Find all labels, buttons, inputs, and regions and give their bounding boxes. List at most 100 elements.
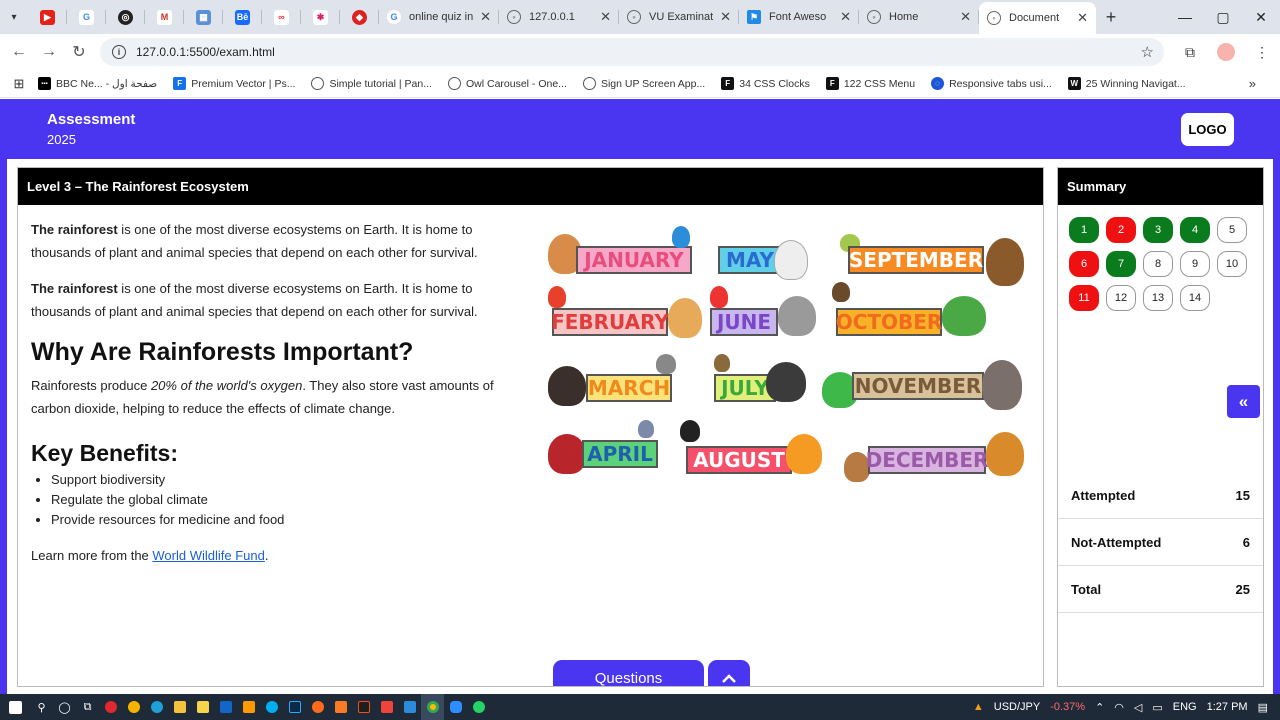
- close-icon[interactable]: ✕: [480, 9, 491, 25]
- profile-avatar[interactable]: [1217, 43, 1235, 61]
- question-number-button[interactable]: 4: [1180, 217, 1210, 243]
- forward-icon[interactable]: →: [34, 43, 64, 61]
- ticker-symbol[interactable]: USD/JPY: [994, 701, 1040, 713]
- opera-icon[interactable]: [99, 694, 122, 720]
- question-number-button[interactable]: 2: [1106, 217, 1136, 243]
- browser-tab-bar: ▾ ▶ G ◎ M ▦ Bē ∞ ✱ ◆ G online quiz in ✕ …: [0, 0, 1280, 34]
- task-view-icon[interactable]: ⧉: [76, 694, 99, 720]
- site-info-icon[interactable]: i: [112, 45, 126, 59]
- question-number-button[interactable]: 3: [1143, 217, 1173, 243]
- chrome-icon[interactable]: [421, 694, 444, 720]
- tab-localhost[interactable]: ◦ 127.0.0.1 ✕: [499, 0, 619, 34]
- cortana-icon[interactable]: ◯: [53, 694, 76, 720]
- pinned-tab-google[interactable]: G: [67, 0, 106, 34]
- notification-icon[interactable]: ▤: [1258, 701, 1268, 714]
- close-icon[interactable]: ✕: [960, 9, 971, 25]
- language-indicator[interactable]: ENG: [1173, 701, 1197, 713]
- reload-icon[interactable]: ↻: [64, 42, 94, 62]
- skype-icon[interactable]: [260, 694, 283, 720]
- address-bar-row: ← → ↻ i 127.0.0.1:5500/exam.html ☆ ⧉ ⋮: [0, 34, 1280, 70]
- colorful-app-icon[interactable]: [122, 694, 145, 720]
- outlook-icon[interactable]: [214, 694, 237, 720]
- xampp-icon[interactable]: [329, 694, 352, 720]
- close-icon[interactable]: ✕: [720, 9, 731, 25]
- anydesk-icon[interactable]: [375, 694, 398, 720]
- window-close-icon[interactable]: ✕: [1242, 0, 1280, 34]
- bookmark-item[interactable]: ▪▪▪ BBC Ne... - صفحة اول: [38, 77, 157, 90]
- vscode-icon[interactable]: [398, 694, 421, 720]
- network-icon[interactable]: ◠: [1114, 701, 1124, 714]
- bookmark-star-icon[interactable]: ☆: [1141, 43, 1154, 61]
- illustrator-icon[interactable]: [237, 694, 260, 720]
- question-number-button[interactable]: 11: [1069, 285, 1099, 311]
- question-number-button[interactable]: 9: [1180, 251, 1210, 277]
- store-icon[interactable]: [191, 694, 214, 720]
- close-icon[interactable]: ✕: [840, 9, 851, 25]
- firefox-icon[interactable]: [306, 694, 329, 720]
- double-chevron-left-icon[interactable]: «: [1227, 385, 1260, 418]
- pinned-tab-youtube[interactable]: ▶: [28, 0, 67, 34]
- tab-document[interactable]: ◦ Document ✕: [979, 2, 1096, 34]
- pinned-tab-gmail[interactable]: M: [145, 0, 184, 34]
- stat-label: Total: [1071, 581, 1102, 597]
- question-number-button[interactable]: 13: [1143, 285, 1173, 311]
- bookmark-item[interactable]: F 34 CSS Clocks: [721, 77, 810, 90]
- minimize-icon[interactable]: —: [1166, 0, 1204, 34]
- tab-search-chevron-icon[interactable]: ▾: [0, 0, 28, 34]
- bookmark-item[interactable]: Simple tutorial | Pan...: [311, 77, 432, 90]
- apps-grid-icon[interactable]: ⊞: [0, 76, 38, 92]
- google-icon: G: [79, 9, 94, 25]
- tray-chevron-icon[interactable]: ⌃: [1095, 701, 1104, 714]
- url-field[interactable]: i 127.0.0.1:5500/exam.html ☆: [100, 38, 1164, 66]
- more-bookmarks-icon[interactable]: »: [1249, 76, 1256, 91]
- bookmark-item[interactable]: Sign UP Screen App...: [582, 77, 705, 90]
- pinned-tab-behance[interactable]: Bē: [223, 0, 262, 34]
- zoom-icon[interactable]: [444, 694, 467, 720]
- question-number-button[interactable]: 6: [1069, 251, 1099, 277]
- maximize-icon[interactable]: ▢: [1204, 0, 1242, 34]
- pinned-tab-grid[interactable]: ▦: [184, 0, 223, 34]
- pinned-tab-infinity[interactable]: ∞: [262, 0, 301, 34]
- edge-icon[interactable]: [145, 694, 168, 720]
- tab-vu-examination[interactable]: ◦ VU Examinati ✕: [619, 0, 739, 34]
- question-number-button[interactable]: 5: [1217, 217, 1247, 243]
- speaker-icon[interactable]: ◁: [1134, 701, 1142, 714]
- question-number-button[interactable]: 8: [1143, 251, 1173, 277]
- windows-start-icon[interactable]: [0, 694, 30, 720]
- question-number-button[interactable]: 10: [1217, 251, 1247, 277]
- bookmark-item[interactable]: F 122 CSS Menu: [825, 77, 915, 90]
- bookmark-item[interactable]: F Premium Vector | Ps...: [173, 77, 295, 90]
- question-number-button[interactable]: 1: [1069, 217, 1099, 243]
- wwf-link[interactable]: World Wildlife Fund: [152, 548, 264, 563]
- tab-home[interactable]: ◦ Home ✕: [859, 0, 979, 34]
- whatsapp-icon[interactable]: [467, 694, 490, 720]
- battery-icon[interactable]: ▭: [1152, 701, 1162, 714]
- question-number-button[interactable]: 7: [1106, 251, 1136, 277]
- pinned-tab-red[interactable]: ◆: [340, 0, 379, 34]
- clock[interactable]: 1:27 PM: [1207, 701, 1248, 713]
- chevron-up-icon[interactable]: [708, 660, 750, 686]
- new-tab-button[interactable]: +: [1096, 7, 1126, 28]
- bookmark-item[interactable]: W 25 Winning Navigat...: [1067, 77, 1186, 90]
- bookmark-item[interactable]: ◌ Responsive tabs usi...: [931, 77, 1052, 90]
- question-panel: Level 3 – The Rainforest Ecosystem The r…: [17, 167, 1044, 687]
- questions-button[interactable]: Questions: [553, 660, 704, 686]
- globe-icon: ◦: [987, 11, 1001, 25]
- question-number-button[interactable]: 14: [1180, 285, 1210, 311]
- lion-icon: [986, 432, 1024, 476]
- browser-menu-icon[interactable]: ⋮: [1244, 44, 1280, 61]
- tab-online-quiz[interactable]: G online quiz in ✕: [379, 0, 499, 34]
- file-explorer-icon[interactable]: [168, 694, 191, 720]
- bookmark-item[interactable]: Owl Carousel - One...: [447, 77, 567, 90]
- pinned-tab-openai[interactable]: ◎: [106, 0, 145, 34]
- close-icon[interactable]: ✕: [600, 9, 611, 25]
- figma-icon[interactable]: [352, 694, 375, 720]
- back-icon[interactable]: ←: [4, 43, 34, 61]
- extensions-icon[interactable]: ⧉: [1172, 44, 1208, 61]
- pinned-tab-slack[interactable]: ✱: [301, 0, 340, 34]
- tab-font-awesome[interactable]: ⚑ Font Aweso ✕: [739, 0, 859, 34]
- close-icon[interactable]: ✕: [1077, 10, 1088, 26]
- search-icon[interactable]: ⚲: [30, 694, 53, 720]
- photoshop-icon[interactable]: [283, 694, 306, 720]
- question-number-button[interactable]: 12: [1106, 285, 1136, 311]
